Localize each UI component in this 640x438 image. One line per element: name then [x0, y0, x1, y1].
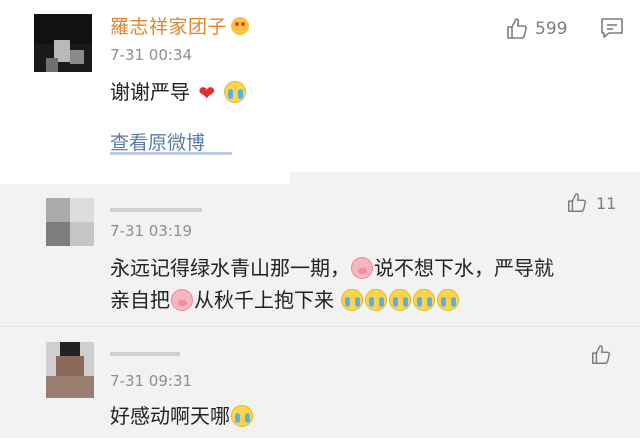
- comment-time: 7-31 03:19: [110, 222, 193, 240]
- link-underline: [110, 152, 232, 155]
- comment-time: 7-31 00:34: [110, 46, 193, 64]
- pig-emoji: [351, 257, 373, 279]
- thumbs-up-icon: [507, 18, 527, 39]
- reply-button[interactable]: [600, 17, 624, 43]
- avatar[interactable]: [34, 14, 92, 72]
- thumbs-up-icon: [568, 193, 587, 212]
- like-button[interactable]: [590, 344, 612, 370]
- like-button[interactable]: 11: [566, 190, 616, 216]
- heart-emoji: ❤: [198, 81, 216, 105]
- comment-text: 好感动啊天哪: [110, 400, 254, 429]
- crying-emoji: [413, 289, 436, 311]
- comment-text-line-1: 永远记得绿水青山那一期， 说不想下水，严导就: [110, 256, 554, 280]
- comment-text: 谢谢严导 ❤: [110, 76, 247, 105]
- thumbs-up-icon: [592, 345, 611, 364]
- comment-icon: [601, 18, 623, 38]
- vip-badge-icon: [231, 17, 250, 35]
- comment-time: 7-31 09:31: [110, 372, 193, 390]
- crying-emoji: [231, 405, 253, 427]
- like-button[interactable]: 599: [505, 16, 567, 42]
- like-count: 11: [596, 193, 617, 213]
- avatar[interactable]: [46, 198, 94, 246]
- like-count: 599: [535, 19, 568, 39]
- crying-emoji: [365, 289, 388, 311]
- divider: [0, 326, 640, 327]
- username[interactable]: 羅志祥家团子: [110, 12, 250, 39]
- crying-emoji: [389, 289, 412, 311]
- crying-emoji: [341, 289, 364, 311]
- crying-emoji: [437, 289, 460, 311]
- username-redacted: [110, 352, 180, 356]
- pig-emoji: [171, 289, 193, 311]
- avatar[interactable]: [46, 342, 94, 398]
- username-redacted: [110, 208, 202, 212]
- comment-text-line-2: 亲自把 从秋千上抱下来: [110, 284, 460, 313]
- view-original-link[interactable]: 查看原微博: [110, 128, 205, 155]
- crying-emoji: [224, 81, 247, 103]
- divider: [0, 172, 290, 184]
